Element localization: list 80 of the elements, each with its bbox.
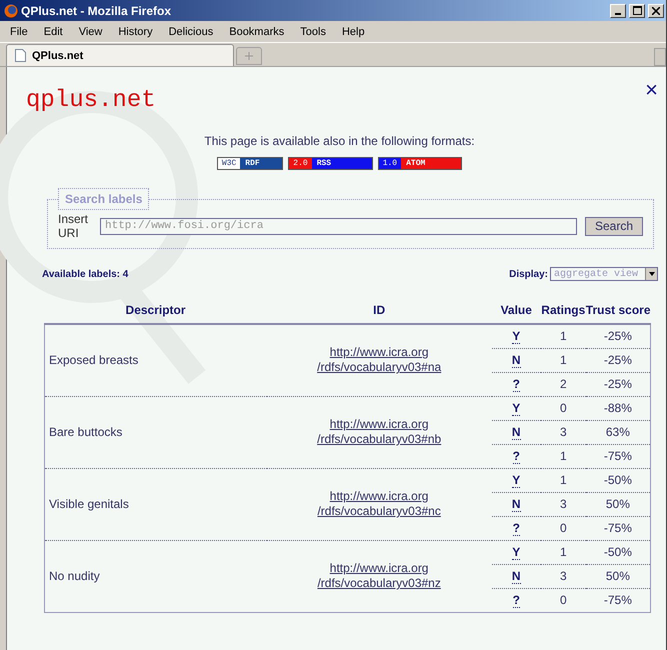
trust-score: 50%	[606, 569, 630, 583]
ratings-count: 0	[560, 401, 567, 415]
ratings-count: 2	[560, 377, 567, 391]
close-icon	[652, 6, 660, 14]
labels-count: Available labels: 4	[42, 268, 128, 280]
formats-text: This page is available also in the following formats:	[204, 134, 475, 148]
descriptor-text: No nudity	[48, 569, 100, 583]
value-code: Y	[512, 329, 520, 344]
menu-item[interactable]: File	[2, 26, 36, 38]
descriptor-text: Visible genitals	[48, 497, 129, 511]
id-link[interactable]: http://www.icra.org /rdfs/vocabularyv03#nz	[317, 561, 441, 591]
menu-item[interactable]: Help	[334, 26, 373, 38]
trust-score: -25%	[604, 353, 632, 367]
ratings-count: 1	[560, 329, 567, 344]
trust-score: -25%	[604, 329, 632, 344]
id-link[interactable]: http://www.icra.org /rdfs/vocabularyv03#nc	[317, 489, 441, 519]
trust-score: -75%	[604, 449, 632, 463]
close-button[interactable]	[648, 4, 664, 18]
menu-item[interactable]: Edit	[36, 26, 71, 38]
column-header: ID	[373, 303, 386, 317]
display-label: Display:	[509, 268, 548, 280]
trust-score: -75%	[604, 593, 632, 607]
value-code: N	[512, 569, 521, 584]
id-link[interactable]: http://www.icra.org /rdfs/vocabularyv03#nb	[317, 417, 442, 447]
ratings-count: 1	[560, 545, 567, 559]
site-logo: qplus.net	[26, 87, 156, 114]
value-code: ?	[512, 521, 520, 536]
dropdown-arrow-icon	[648, 272, 654, 276]
format-badge[interactable]: 1.0 ATOM	[378, 157, 462, 170]
format-badge[interactable]: W3C RDF	[216, 157, 284, 170]
trust-score: 63%	[606, 425, 630, 439]
trust-score: -25%	[604, 377, 632, 391]
descriptor-text: Exposed breasts	[48, 353, 138, 368]
ratings-count: 1	[560, 473, 567, 487]
menu-item[interactable]: View	[70, 26, 110, 38]
column-header: Trust score	[586, 303, 650, 317]
search-button[interactable]: Search	[584, 216, 643, 236]
uri-field[interactable]: http://www.fosi.org/icra	[100, 218, 577, 234]
maximize-icon	[632, 6, 642, 15]
column-header: Value	[500, 303, 532, 317]
value-code: N	[512, 497, 521, 512]
value-code: N	[512, 425, 521, 440]
ratings-count: 0	[560, 593, 567, 607]
column-header: Ratings	[541, 303, 586, 317]
format-badge[interactable]: 2.0 RSS	[288, 157, 373, 170]
value-code: Y	[512, 545, 520, 560]
close-button[interactable]: ×	[645, 81, 658, 99]
ratings-count: 1	[560, 449, 567, 463]
column-header: Descriptor	[126, 303, 186, 317]
minimize-button[interactable]	[610, 4, 626, 18]
value-code: ?	[512, 449, 520, 464]
menu-item[interactable]: History	[110, 26, 161, 38]
ratings-count: 3	[560, 569, 567, 583]
trust-score: -50%	[604, 473, 632, 487]
value-code: Y	[512, 401, 520, 416]
maximize-button[interactable]	[629, 4, 645, 18]
plus-icon	[245, 52, 253, 60]
ratings-count: 3	[560, 497, 567, 511]
value-code: ?	[512, 377, 520, 392]
trust-score: 50%	[606, 497, 630, 511]
menu-item[interactable]: Tools	[292, 26, 334, 38]
value-code: N	[512, 353, 521, 368]
window-title: QPlus.net - Mozilla Firefox	[21, 4, 172, 18]
trust-score: -50%	[604, 545, 632, 559]
page-icon	[15, 49, 26, 62]
ratings-count: 1	[560, 353, 567, 367]
id-link[interactable]: http://www.icra.org /rdfs/vocabularyv03#na	[317, 345, 442, 376]
ratings-count: 0	[560, 521, 567, 535]
field-label: Insert URI	[58, 212, 90, 240]
ratings-count: 3	[560, 425, 567, 439]
trust-score: -75%	[604, 521, 632, 535]
panel-legend: Search labels	[58, 188, 150, 210]
minimize-icon	[615, 12, 621, 14]
value-code: ?	[512, 593, 520, 608]
menu-item[interactable]: Delicious	[160, 26, 222, 38]
browser-tab[interactable]: QPlus.net	[6, 44, 234, 66]
menu-item[interactable]: Bookmarks	[221, 26, 292, 38]
trust-score: -88%	[604, 401, 632, 415]
value-code: Y	[512, 473, 520, 488]
descriptor-text: Bare buttocks	[48, 425, 122, 439]
